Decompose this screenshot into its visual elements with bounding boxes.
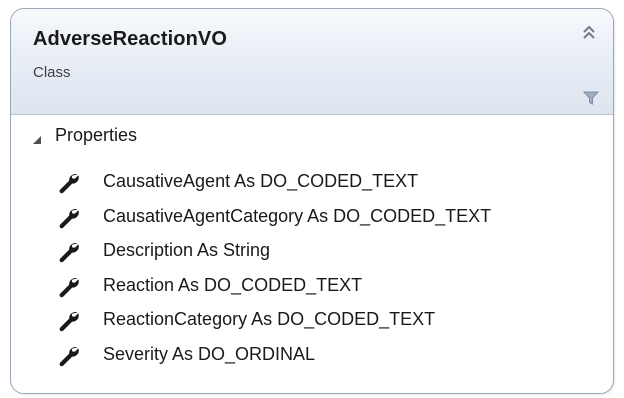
wrench-property-icon: [57, 344, 81, 368]
property-item[interactable]: CausativeAgent As DO_CODED_TEXT: [11, 167, 613, 202]
class-shape[interactable]: AdverseReactionVO Class Properties Causa…: [10, 8, 614, 394]
expanded-triangle-icon[interactable]: [32, 132, 42, 144]
property-item[interactable]: Severity As DO_ORDINAL: [11, 340, 613, 375]
property-label: ReactionCategory As DO_CODED_TEXT: [103, 309, 436, 329]
property-label: Description As String: [103, 240, 271, 260]
wrench-property-icon: [57, 309, 81, 333]
class-name: AdverseReactionVO: [33, 28, 227, 50]
filter-funnel-icon[interactable]: [581, 89, 601, 107]
double-chevron-up-icon[interactable]: [579, 23, 599, 43]
wrench-property-icon: [57, 275, 81, 299]
properties-section-header[interactable]: Properties: [11, 123, 613, 151]
properties-section-title: Properties: [55, 125, 138, 145]
property-item[interactable]: ReactionCategory As DO_CODED_TEXT: [11, 305, 613, 340]
property-item[interactable]: CausativeAgentCategory As DO_CODED_TEXT: [11, 202, 613, 237]
class-header[interactable]: AdverseReactionVO Class: [11, 9, 613, 115]
property-item[interactable]: Description As String: [11, 236, 613, 271]
property-label: Severity As DO_ORDINAL: [103, 343, 316, 364]
property-label: Reaction As DO_CODED_TEXT: [103, 274, 363, 295]
properties-list: CausativeAgent As DO_CODED_TEXT Causativ…: [11, 167, 613, 374]
wrench-property-icon: [57, 206, 81, 230]
wrench-property-icon: [57, 240, 81, 264]
property-label: CausativeAgentCategory As DO_CODED_TEXT: [103, 205, 492, 226]
property-label: CausativeAgent As DO_CODED_TEXT: [103, 171, 419, 191]
property-item[interactable]: Reaction As DO_CODED_TEXT: [11, 271, 613, 306]
class-kind-label: Class: [33, 64, 71, 81]
wrench-property-icon: [57, 171, 81, 195]
